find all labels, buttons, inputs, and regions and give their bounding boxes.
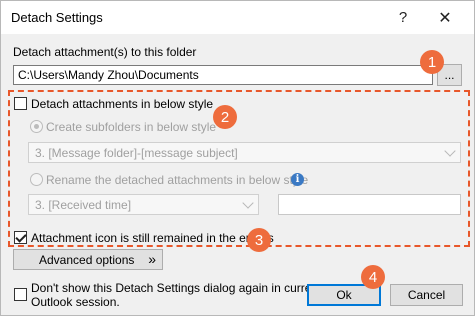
dont-show-label-line2: Outlook session. [31,295,120,309]
subfolder-style-value: 3. [Message folder]-[message subject] [35,145,238,160]
rename-style-value: 3. [Received time] [35,197,132,212]
rename-label: Rename the detached attachments in below… [46,173,309,187]
callout-badge-3: 3 [247,228,271,252]
subfolder-style-select[interactable]: 3. [Message folder]-[message subject] [28,142,461,163]
folder-label: Detach attachment(s) to this folder [13,45,197,59]
info-icon[interactable]: i [291,173,304,186]
cancel-button[interactable]: Cancel [390,284,463,306]
cancel-button-label: Cancel [407,288,446,302]
subfolders-radio[interactable] [30,120,43,133]
advanced-options-label: Advanced options [39,252,135,267]
dont-show-label-line1: Don't show this Detach Settings dialog a… [31,281,322,295]
folder-path-input[interactable]: C:\Users\Mandy Zhou\Documents [13,65,433,85]
icon-remained-label: Attachment icon is still remained in the… [31,231,274,245]
chevron-down-icon [444,144,456,157]
callout-badge-4: 4 [361,265,385,289]
callout-badge-2: 2 [213,105,237,129]
chevron-down-icon [242,196,254,209]
help-button[interactable]: ? [383,4,423,31]
title-bar: Detach Settings ? ✕ [1,1,474,34]
detach-style-label: Detach attachments in below style [31,97,214,111]
rename-radio[interactable] [30,173,43,186]
callout-badge-1: 1 [420,50,444,74]
style-section-frame [8,90,470,247]
dialog-title: Detach Settings [11,10,103,25]
detach-settings-dialog: Detach Settings ? ✕ Detach attachment(s)… [0,0,475,316]
close-icon[interactable]: ✕ [425,4,465,31]
folder-path-value: C:\Users\Mandy Zhou\Documents [18,68,199,82]
detach-style-checkbox[interactable] [14,97,27,110]
advanced-options-button[interactable]: Advanced options » [13,249,163,270]
icon-remained-checkbox[interactable] [14,231,27,244]
ok-button-label: Ok [336,288,352,302]
dont-show-checkbox[interactable] [14,288,27,301]
browse-button-label: ... [444,68,455,82]
double-chevron-right-icon: » [148,251,156,267]
subfolders-label: Create subfolders in below style [46,120,217,134]
rename-extra-input[interactable] [278,194,461,215]
rename-style-select[interactable]: 3. [Received time] [28,194,259,215]
